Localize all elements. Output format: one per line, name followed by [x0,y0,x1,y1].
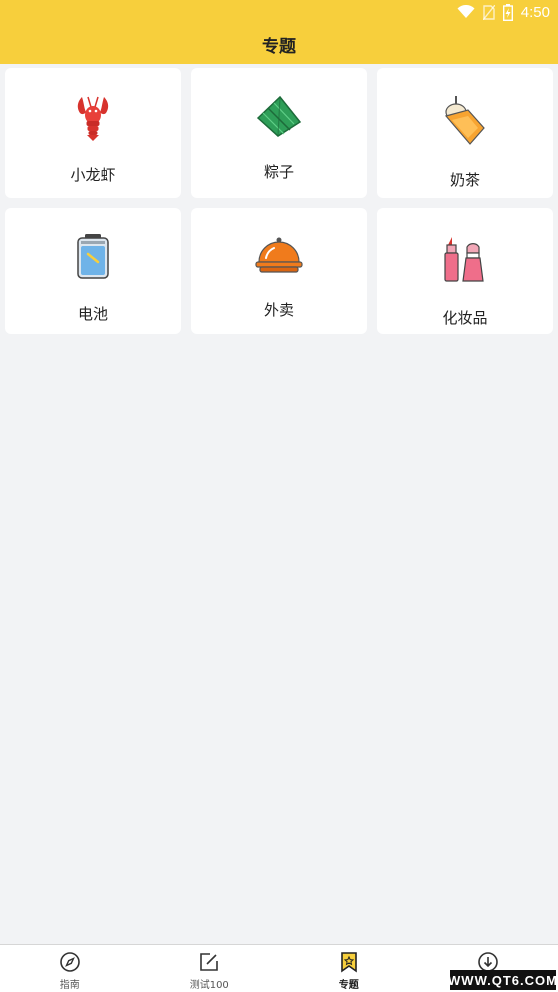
lipstick-icon [444,237,484,282]
topic-grid: 小龙虾 粽子 奶茶 电池 外卖 化妆品 [5,68,553,334]
status-time: 4:50 [520,3,550,21]
topic-label: 粽子 [263,163,294,181]
topic-label: 小龙虾 [70,166,116,184]
nav-label: 指南 [59,980,80,991]
topic-label: 外卖 [263,301,294,319]
topic-card-cosmetics[interactable]: 化妆品 [377,208,553,334]
zongzi-icon [256,95,302,137]
status-icons: 4:50 [457,3,550,21]
topic-label: 化妆品 [442,309,488,327]
watermark: WWW.QT6.COM [448,970,557,990]
topic-card-zongzi[interactable]: 粽子 [191,68,367,198]
topic-card-delivery[interactable]: 外卖 [191,208,367,334]
topic-card-milk-tea[interactable]: 奶茶 [377,68,553,198]
status-bar: 4:50 [0,0,558,24]
nav-label: 测试100 [189,980,229,991]
topic-label: 奶茶 [449,171,480,189]
topic-card-battery[interactable]: 电池 [5,208,181,334]
no-sim-icon [482,4,495,20]
compass-icon [59,952,80,972]
wifi-icon [457,5,475,18]
app-bar: 专题 [0,24,558,64]
milk-tea-icon [444,96,485,145]
nav-item-guide[interactable]: 指南 [0,945,140,992]
food-delivery-cloche-icon [255,237,303,273]
page-title: 专题 [262,36,296,57]
bookmark-star-icon [340,952,357,973]
battery-charging-icon [502,3,513,21]
nav-label: 专题 [338,980,359,991]
crayfish-icon [77,96,109,141]
topic-card-crayfish[interactable]: 小龙虾 [5,68,181,198]
nav-item-topics[interactable]: 专题 [279,945,419,992]
nav-item-test100[interactable]: 测试100 [140,945,280,992]
battery-icon [77,234,109,279]
edit-note-icon [200,953,219,971]
topic-label: 电池 [77,305,108,323]
